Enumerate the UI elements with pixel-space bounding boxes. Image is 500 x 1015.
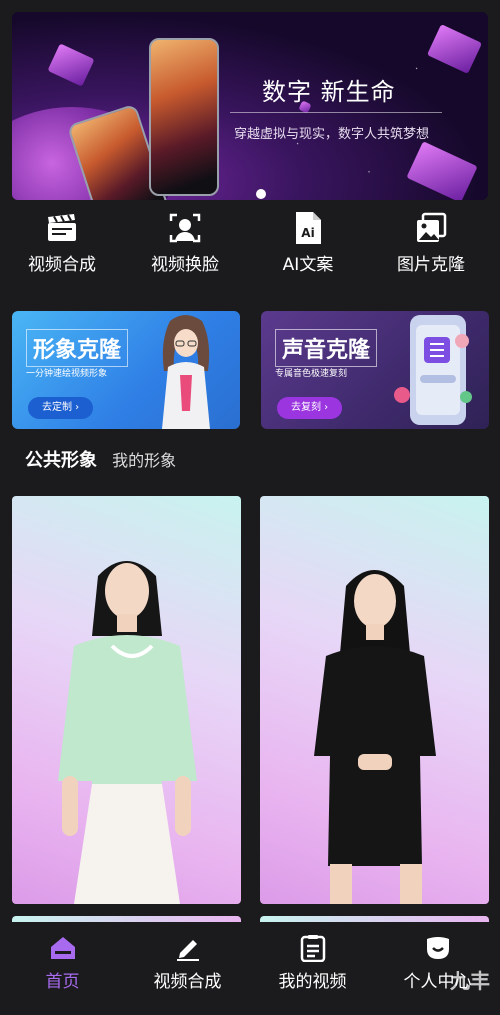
nav-home[interactable]: 首页 bbox=[0, 933, 125, 992]
banner-title: 数字 新生命 bbox=[262, 78, 396, 106]
image-clone-promo-card[interactable]: 形象克隆 一分钟速绘视频形象 去定制 › bbox=[12, 311, 240, 429]
image-clone-icon bbox=[413, 210, 449, 246]
image-clone-action[interactable]: 图片克隆 bbox=[381, 210, 481, 275]
promo-title: 形象克隆 bbox=[26, 329, 129, 367]
quick-action-label: 图片克隆 bbox=[397, 255, 465, 275]
avatar-card[interactable] bbox=[260, 496, 489, 904]
quick-action-label: 视频换脸 bbox=[151, 255, 219, 275]
quick-action-label: 视频合成 bbox=[28, 255, 96, 275]
home-icon bbox=[48, 933, 78, 963]
face-scan-icon bbox=[167, 210, 203, 246]
tab-public-avatars[interactable]: 公共形象 bbox=[25, 450, 97, 471]
promo-subtitle: 一分钟速绘视频形象 bbox=[26, 369, 108, 379]
avatar-card-next[interactable] bbox=[12, 916, 241, 922]
profile-icon bbox=[423, 933, 453, 963]
voice-clone-promo-card[interactable]: 声音克隆 专属音色极速复刻 去复刻 › bbox=[261, 311, 489, 429]
avatar-card-next[interactable] bbox=[260, 916, 489, 922]
customize-button[interactable]: 去定制 › bbox=[28, 397, 94, 419]
avatar-figure bbox=[314, 570, 436, 904]
promo-title: 声音克隆 bbox=[275, 329, 378, 367]
avatar-card[interactable] bbox=[12, 496, 241, 904]
video-compose-action[interactable]: 视频合成 bbox=[12, 210, 112, 275]
watermark: 九丰 bbox=[450, 969, 490, 993]
quick-actions: 视频合成 视频换脸 Ai AI文案 图片克隆 bbox=[0, 210, 500, 280]
carousel-indicator[interactable] bbox=[256, 189, 266, 199]
quick-action-label: AI文案 bbox=[282, 255, 334, 275]
banner-divider bbox=[230, 112, 442, 113]
clapperboard-icon bbox=[44, 210, 80, 246]
ai-document-icon: Ai bbox=[290, 210, 326, 246]
nav-my-videos[interactable]: 我的视频 bbox=[250, 933, 375, 992]
avatar-figure bbox=[58, 561, 197, 904]
clone-voice-button[interactable]: 去复刻 › bbox=[277, 397, 343, 419]
promo-subtitle: 专属音色极速复刻 bbox=[275, 369, 348, 379]
nav-video-compose[interactable]: 视频合成 bbox=[125, 933, 250, 992]
banner-subtitle: 穿越虚拟与现实，数字人共筑梦想 bbox=[234, 127, 430, 142]
nav-label: 我的视频 bbox=[278, 972, 347, 992]
ai-copy-action[interactable]: Ai AI文案 bbox=[258, 210, 358, 275]
nav-label: 视频合成 bbox=[153, 972, 222, 992]
tab-my-avatars[interactable]: 我的形象 bbox=[112, 451, 176, 470]
banner-phone-front bbox=[149, 38, 219, 196]
svg-text:Ai: Ai bbox=[301, 226, 314, 240]
pencil-icon bbox=[173, 933, 203, 963]
list-document-icon bbox=[298, 933, 328, 963]
hero-banner[interactable]: 数字 新生命 穿越虚拟与现实，数字人共筑梦想 bbox=[12, 12, 488, 200]
phone-illustration bbox=[394, 315, 472, 425]
avatar-tabs: 公共形象 我的形象 bbox=[25, 446, 176, 472]
anime-girl-illustration bbox=[162, 315, 210, 429]
face-swap-action[interactable]: 视频换脸 bbox=[135, 210, 235, 275]
nav-label: 首页 bbox=[45, 972, 80, 992]
bottom-navigation: 首页 视频合成 我的视频 个人中心 bbox=[0, 925, 500, 1015]
